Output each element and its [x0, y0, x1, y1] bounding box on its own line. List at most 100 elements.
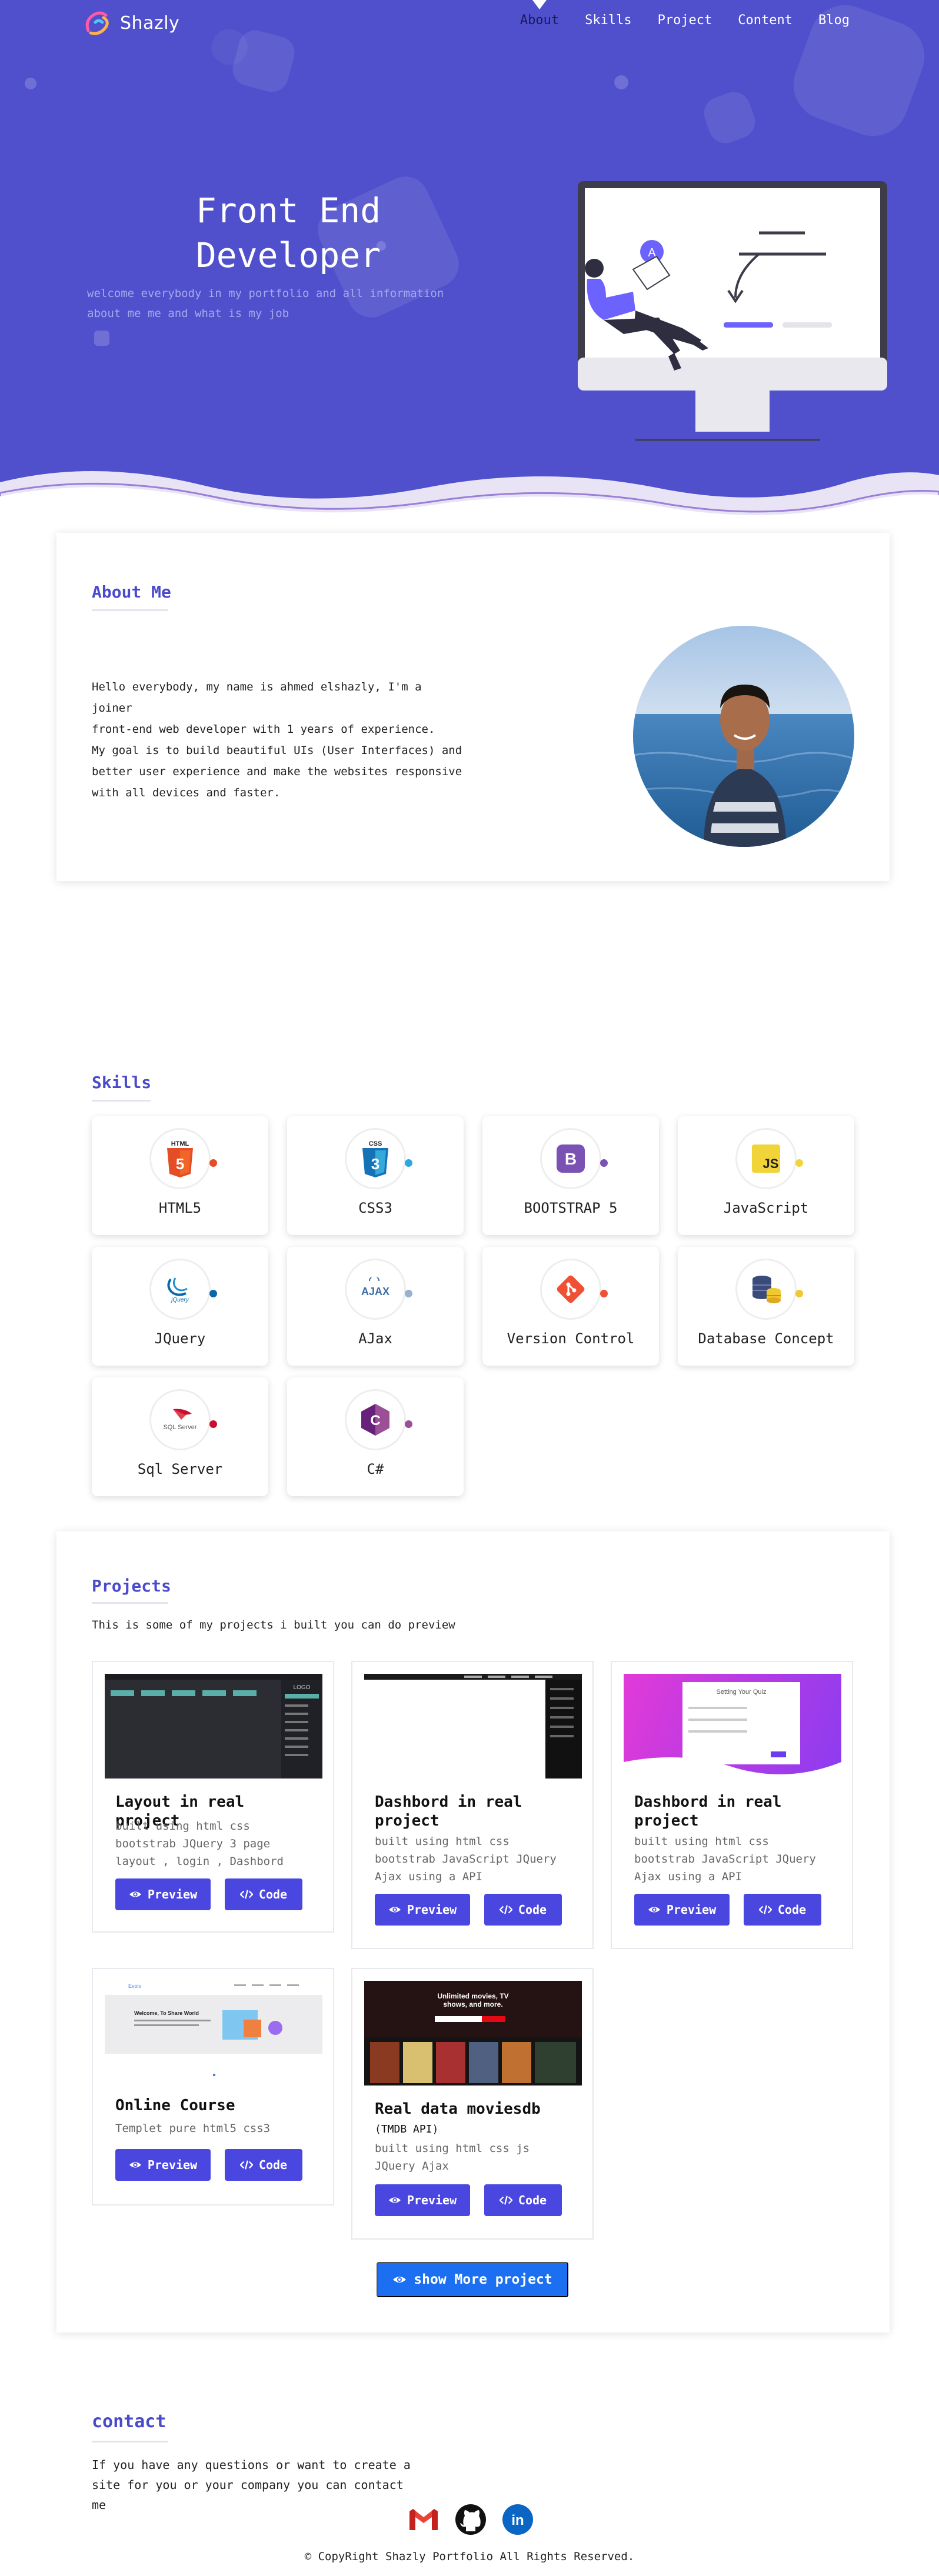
skill-card[interactable]: jQuery JQuery: [92, 1247, 268, 1366]
code-button-label: Code: [258, 2158, 288, 2172]
preview-button-label: Preview: [147, 2158, 198, 2172]
svg-text:AJAX: AJAX: [361, 1286, 389, 1297]
ajax-icon: AJAX: [345, 1259, 412, 1320]
gmail-icon[interactable]: [406, 2502, 441, 2537]
svg-text:HTML: HTML: [171, 1140, 189, 1147]
code-button[interactable]: Code: [484, 2184, 562, 2216]
skill-label: CSS3: [358, 1200, 392, 1216]
skill-label: Version Control: [507, 1330, 635, 1347]
skill-accent-dot: [405, 1420, 412, 1428]
code-button[interactable]: Code: [225, 2149, 302, 2181]
skill-card[interactable]: Version Control: [482, 1247, 659, 1366]
preview-button-label: Preview: [407, 2193, 457, 2207]
project-description-line: Ajax using a API: [375, 1870, 483, 1883]
preview-button-label: Preview: [407, 1903, 457, 1917]
skill-label: AJax: [358, 1330, 392, 1347]
project-description-line: layout , login , Dashbord: [115, 1855, 284, 1868]
nav-link-project[interactable]: Project: [657, 13, 714, 28]
decor-dot: [25, 78, 36, 89]
skill-card[interactable]: B BOOTSTRAP 5: [482, 1116, 659, 1235]
decor-dot: [614, 75, 628, 89]
project-description-line: bootstrab JavaScript JQuery: [375, 1853, 557, 1866]
skill-accent-dot: [795, 1159, 803, 1167]
nav-link-skills[interactable]: Skills: [584, 13, 632, 28]
top-navbar: Shazly About Skills Project Content Blog: [0, 0, 939, 47]
github-icon[interactable]: [453, 2502, 488, 2537]
skill-card[interactable]: HTML 5 HTML5: [92, 1116, 268, 1235]
preview-button-label: Preview: [147, 1887, 198, 1901]
database-icon: [735, 1259, 803, 1320]
jquery-icon: jQuery: [149, 1259, 217, 1320]
project-description-line: built using html css: [115, 1820, 250, 1833]
show-more-projects-button[interactable]: show More project: [377, 2262, 568, 2297]
brand-logo[interactable]: Shazly: [82, 9, 179, 36]
project-card: Setting Your Quiz Dashbord in real proje…: [611, 1661, 853, 1949]
profile-photo: [633, 626, 854, 847]
html5-icon: HTML 5: [149, 1128, 217, 1189]
skill-card[interactable]: CSS 3 CSS3: [287, 1116, 464, 1235]
preview-button[interactable]: Preview: [115, 2149, 211, 2181]
project-screenshot: Evolv Welcome, To Share World: [105, 1981, 322, 2077]
svg-text:5: 5: [176, 1155, 184, 1173]
contact-text: If you have any questions or want to cre…: [92, 2455, 421, 2515]
project-title: Dashbord in real project: [634, 1793, 782, 1830]
skill-card[interactable]: JS JavaScript: [678, 1116, 854, 1235]
eye-icon: [393, 2277, 407, 2283]
code-button-label: Code: [777, 1903, 807, 1917]
project-description-line: built using html css: [375, 1835, 510, 1848]
preview-button[interactable]: Preview: [375, 2184, 470, 2216]
hero-subtitle: welcome everybody in my portfolio and al…: [87, 287, 444, 320]
contact-heading-underline: [92, 2441, 168, 2442]
skill-card[interactable]: C C#: [287, 1377, 464, 1496]
code-icon: [499, 1905, 512, 1914]
css3-icon: CSS 3: [345, 1128, 412, 1189]
project-description-line: built using html css js: [375, 2142, 530, 2155]
project-description-line: Templet pure html5 css3: [115, 2122, 271, 2135]
svg-text:jQuery: jQuery: [170, 1297, 189, 1303]
preview-button[interactable]: Preview: [375, 1894, 470, 1926]
svg-text:3: 3: [371, 1155, 379, 1173]
code-button[interactable]: Code: [484, 1894, 562, 1926]
nav-link-blog[interactable]: Blog: [817, 13, 851, 28]
svg-text:C: C: [370, 1413, 380, 1429]
hero-section: Shazly About Skills Project Content Blog…: [0, 0, 939, 518]
nav-links: About Skills Project Content Blog: [519, 13, 851, 28]
project-description-line: Ajax using a API: [634, 1870, 742, 1883]
project-title: Real data moviesdb (TMDB API): [375, 2100, 575, 2139]
skill-card[interactable]: Database Concept: [678, 1247, 854, 1366]
code-icon: [758, 1905, 772, 1914]
sqlserver-icon: SQL Server: [149, 1389, 217, 1450]
project-description: Templet pure html5 css3: [115, 2120, 315, 2137]
about-heading: About Me: [92, 582, 171, 602]
footer-copyright: © CopyRight Shazly Portfolio All Rights …: [304, 2550, 635, 2563]
code-button-label: Code: [518, 1903, 547, 1917]
hero-title: Front End Developer: [141, 188, 435, 278]
skill-label: JQuery: [154, 1330, 206, 1347]
nav-link-content[interactable]: Content: [737, 13, 794, 28]
about-text-line: better user experience and make the webs…: [92, 765, 462, 778]
nav-link-about[interactable]: About: [519, 13, 560, 28]
skill-card[interactable]: SQL Server Sql Server: [92, 1377, 268, 1496]
code-button[interactable]: Code: [225, 1878, 302, 1910]
svg-text:Welcome, To Share World: Welcome, To Share World: [134, 2010, 199, 2016]
skill-label: Sql Server: [137, 1461, 223, 1477]
project-screenshot: LOGO: [105, 1674, 322, 1778]
project-card: Dashbord in real project built using htm…: [351, 1661, 594, 1949]
code-icon: [499, 2195, 512, 2205]
hero-title-line: Front End: [195, 191, 381, 231]
preview-button-label: Preview: [666, 1903, 717, 1917]
preview-button[interactable]: Preview: [634, 1894, 730, 1926]
project-screenshot: [364, 1674, 582, 1778]
preview-button[interactable]: Preview: [115, 1878, 211, 1910]
code-icon: [239, 2160, 253, 2170]
about-text-line: My goal is to build beautiful UIs (User …: [92, 744, 462, 757]
svg-text:shows, and more.: shows, and more.: [443, 2000, 502, 2008]
eye-icon: [388, 2197, 401, 2203]
skill-card[interactable]: AJAX AJax: [287, 1247, 464, 1366]
linkedin-icon[interactable]: in: [500, 2502, 535, 2537]
code-button[interactable]: Code: [744, 1894, 821, 1926]
skill-label: HTML5: [158, 1200, 202, 1216]
svg-text:CSS: CSS: [369, 1140, 382, 1147]
svg-text:in: in: [511, 2512, 524, 2528]
hero-wave: [0, 471, 939, 518]
